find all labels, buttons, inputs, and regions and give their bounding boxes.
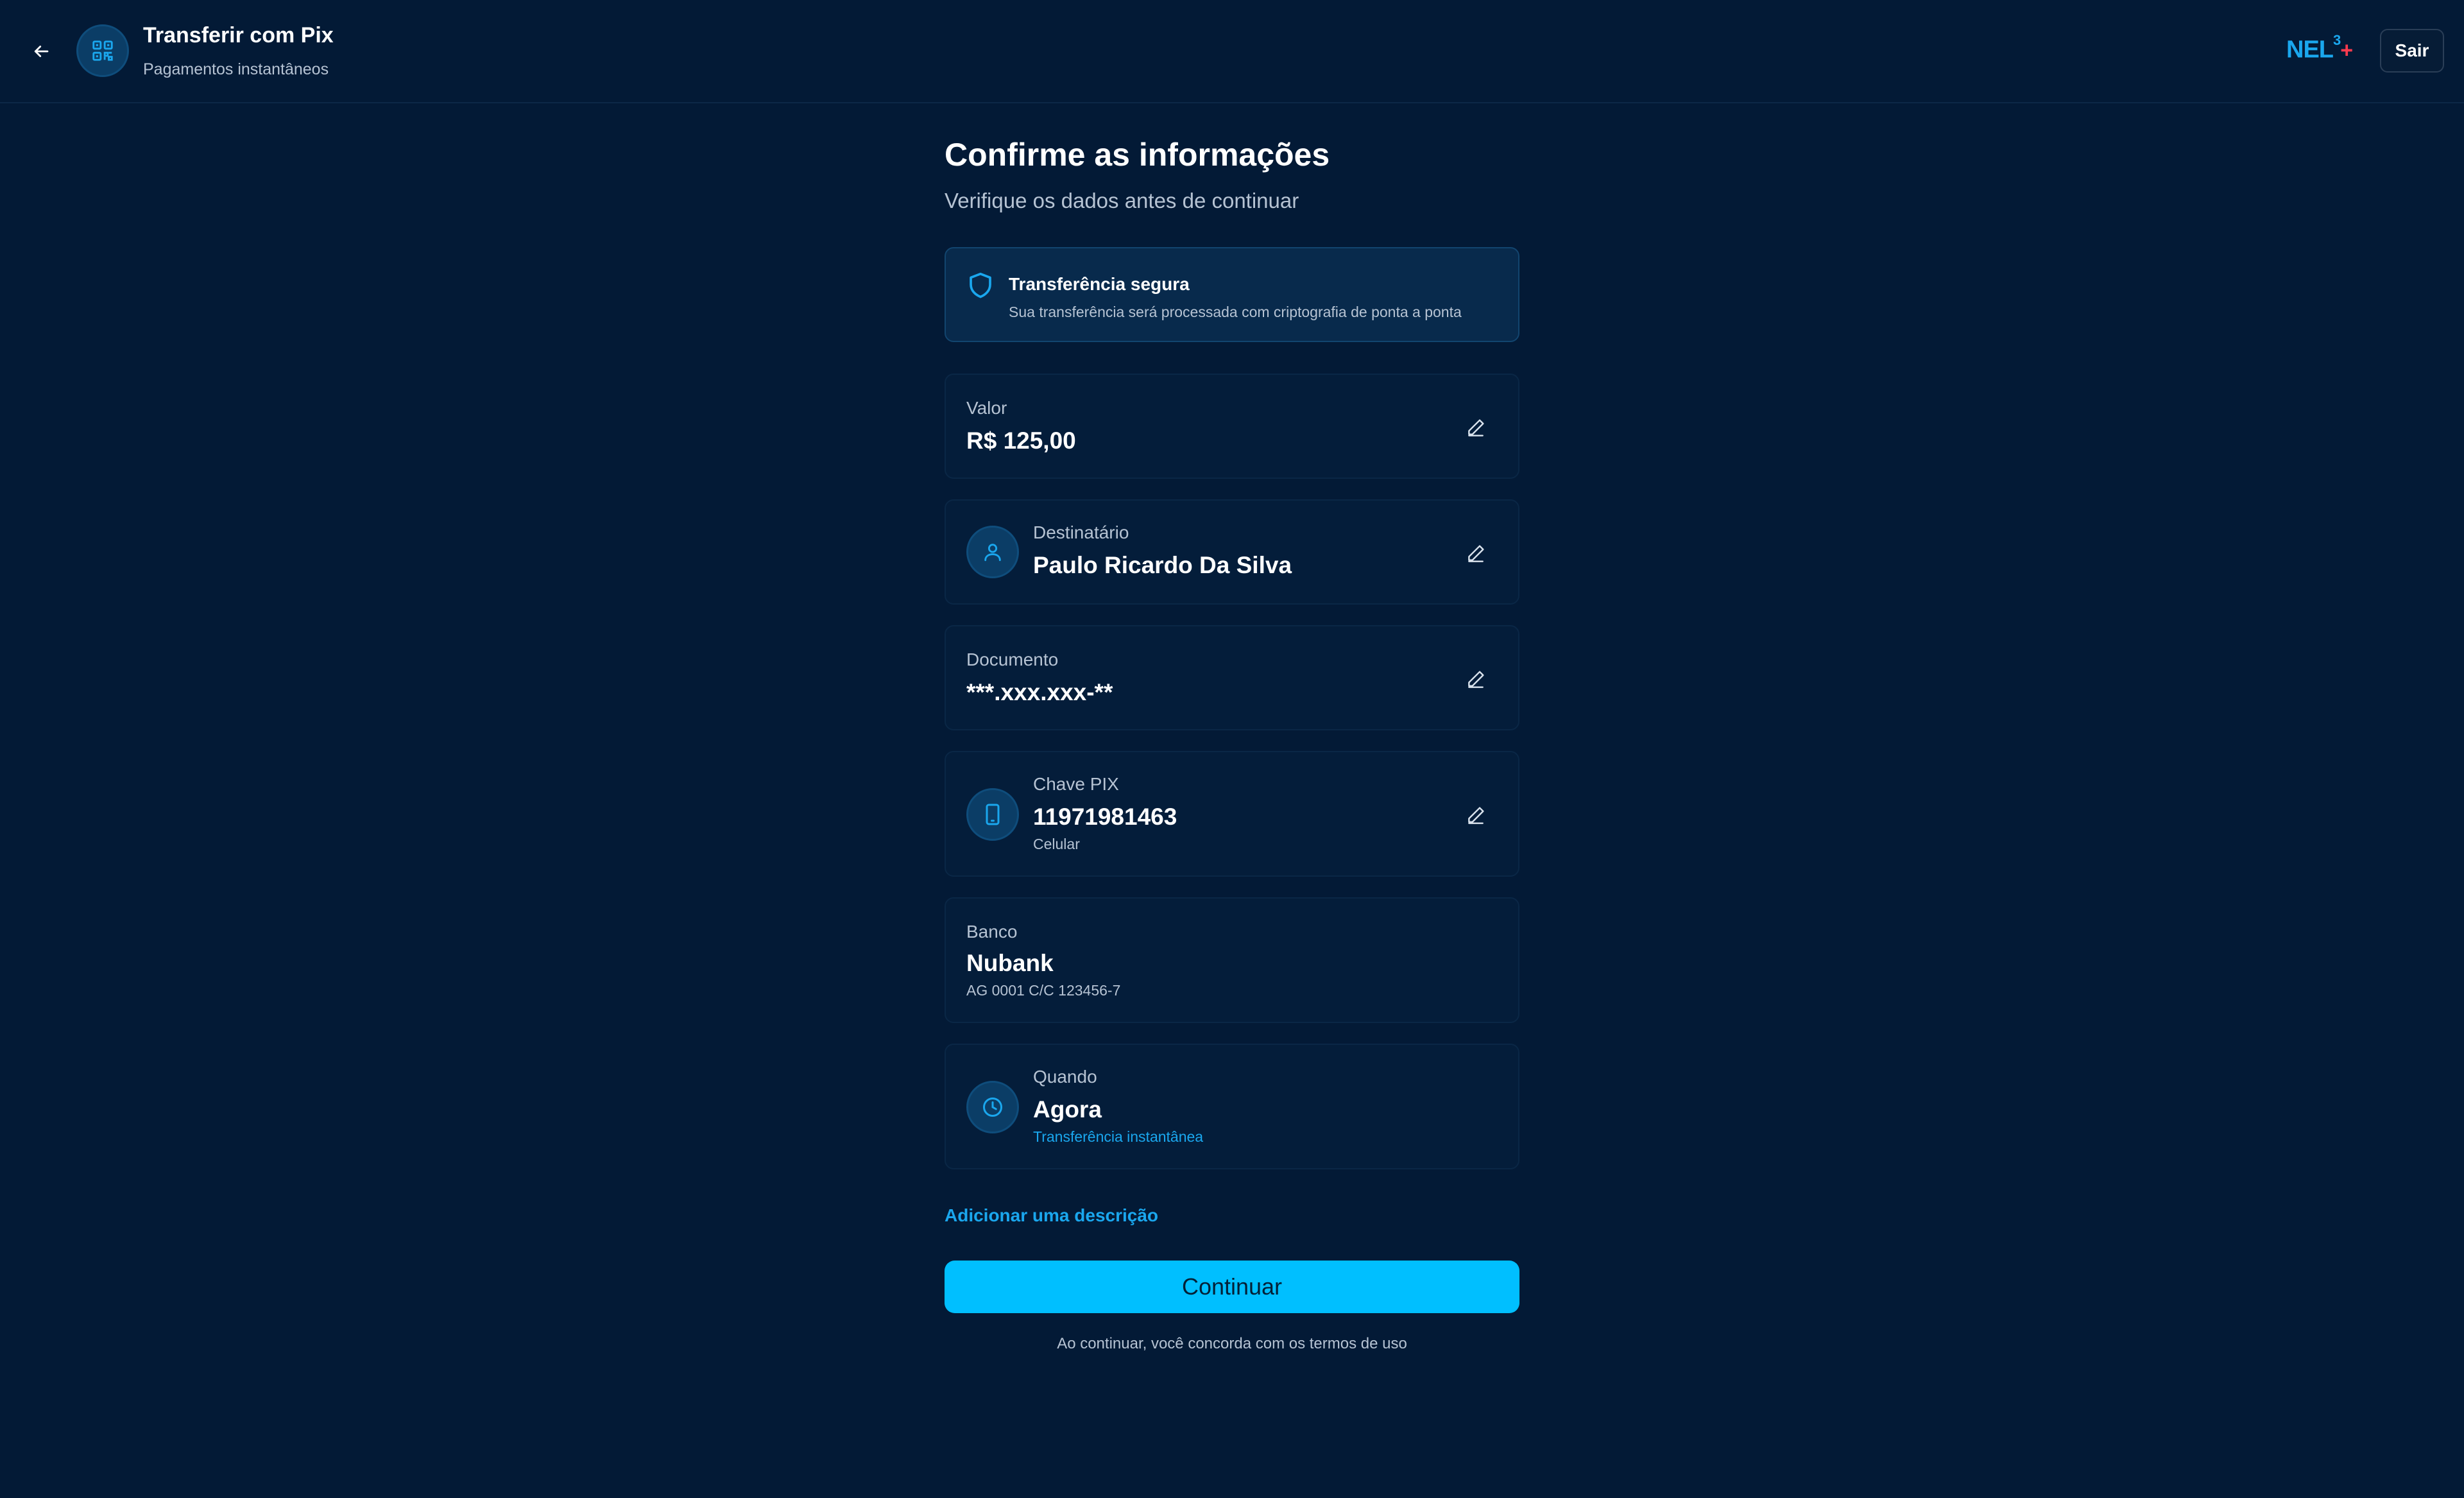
brand-logo: NEL3+: [2286, 32, 2353, 64]
recipient-label: Destinatário: [1033, 522, 1129, 542]
brand-name: NEL: [2286, 36, 2334, 64]
smartphone-icon: [966, 788, 1019, 841]
clock-icon: [966, 1081, 1019, 1133]
bank-name: Nubank: [966, 950, 1054, 976]
qr-code-icon: [92, 40, 113, 61]
pencil-icon: [1468, 807, 1484, 824]
bank-card: Banco Nubank AG 0001 C/C 123456-7: [945, 897, 1519, 1023]
user-icon: [966, 526, 1019, 578]
bank-account: AG 0001 C/C 123456-7: [966, 982, 1121, 999]
document-label: Documento: [966, 650, 1059, 669]
pix-key-value: 11971981463: [1033, 804, 1177, 830]
pencil-icon: [1468, 545, 1484, 562]
page-subtitle: Verifique os dados antes de continuar: [945, 189, 1299, 212]
edit-document-button[interactable]: [1462, 665, 1490, 693]
recipient-card: Destinatário Paulo Ricardo Da Silva: [945, 499, 1519, 605]
logout-button[interactable]: Sair: [2380, 29, 2444, 73]
app-avatar: [76, 24, 129, 77]
arrow-left-icon: [34, 46, 49, 57]
document-card: Documento ***.xxx.xxx-**: [945, 625, 1519, 730]
top-bar: Transferir com Pix Pagamentos instantâne…: [0, 0, 2464, 103]
pencil-icon: [1468, 671, 1484, 688]
header-subtitle: Pagamentos instantâneos: [143, 60, 329, 78]
continue-button[interactable]: Continuar: [945, 1261, 1519, 1313]
secure-transfer-notice: Transferência segura Sua transferência s…: [945, 247, 1519, 342]
back-button[interactable]: [26, 36, 56, 67]
pencil-icon: [1468, 419, 1484, 436]
shield-icon: [968, 271, 993, 303]
edit-amount-button[interactable]: [1462, 413, 1490, 442]
terms-note: Ao continuar, você concorda com os termo…: [1057, 1335, 1407, 1352]
amount-value: R$ 125,00: [966, 427, 1076, 454]
schedule-note: Transferência instantânea: [1033, 1128, 1204, 1145]
edit-pix-key-button[interactable]: [1462, 801, 1490, 829]
secure-title: Transferência segura: [1009, 274, 1190, 294]
edit-recipient-button[interactable]: [1462, 539, 1490, 567]
brand-plus: +: [2340, 38, 2353, 63]
header-title: Transferir com Pix: [143, 23, 334, 47]
bank-label: Banco: [966, 922, 1018, 942]
pix-key-type: Celular: [1033, 836, 1080, 852]
brand-superscript: 3: [2333, 32, 2341, 48]
page-title: Confirme as informações: [945, 137, 1330, 173]
schedule-card: Quando Agora Transferência instantânea: [945, 1044, 1519, 1169]
secure-text: Sua transferência será processada com cr…: [1009, 304, 1462, 320]
document-value: ***.xxx.xxx-**: [966, 679, 1113, 705]
add-description-link[interactable]: Adicionar uma descrição: [945, 1205, 1158, 1226]
schedule-value: Agora: [1033, 1096, 1102, 1123]
amount-label: Valor: [966, 398, 1007, 418]
schedule-label: Quando: [1033, 1067, 1097, 1087]
amount-card: Valor R$ 125,00: [945, 374, 1519, 479]
pix-key-label: Chave PIX: [1033, 774, 1119, 794]
recipient-name: Paulo Ricardo Da Silva: [1033, 552, 1292, 578]
pix-key-card: Chave PIX 11971981463 Celular: [945, 751, 1519, 877]
